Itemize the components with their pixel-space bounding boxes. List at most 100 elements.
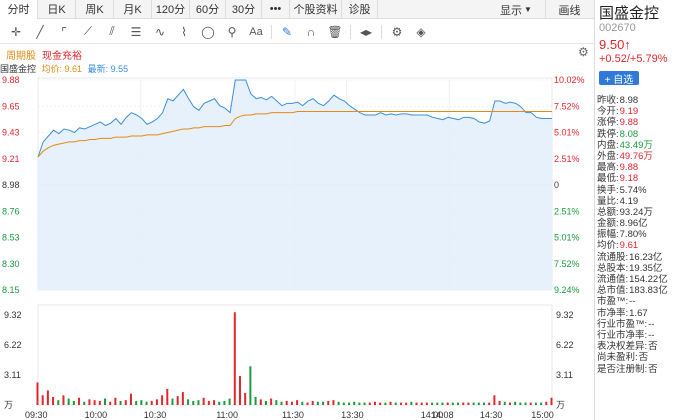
tab-7[interactable]: ••• bbox=[262, 0, 290, 19]
tab-5[interactable]: 60分 bbox=[190, 0, 226, 19]
x-tick-label: 15:00 bbox=[531, 410, 554, 420]
volume-bar bbox=[57, 400, 60, 405]
tab-1[interactable]: 日K bbox=[38, 0, 76, 19]
volume-bar bbox=[373, 401, 376, 405]
ellipse-tool-icon[interactable]: ◯ bbox=[196, 21, 220, 43]
highlighter-icon[interactable]: ✎ bbox=[275, 21, 299, 43]
stat-value: 4.19 bbox=[619, 195, 639, 207]
volume-bar bbox=[425, 402, 428, 405]
stat-row: 流通股: 16.23亿 bbox=[597, 252, 700, 263]
volume-bar bbox=[88, 399, 91, 405]
volume-tick-label: 3.11 bbox=[4, 370, 21, 380]
volume-bar bbox=[363, 402, 366, 405]
stat-label: 总额: bbox=[597, 206, 619, 218]
display-menu[interactable]: 显示 ▼ bbox=[500, 0, 532, 19]
stat-label: 振幅: bbox=[597, 229, 619, 241]
stat-row: 最高: 9.88 bbox=[597, 162, 700, 173]
stat-row: 今开: 9.19 bbox=[597, 106, 700, 117]
flip-icon[interactable]: ◂▸ bbox=[354, 21, 378, 43]
volume-bar bbox=[228, 398, 231, 405]
delete-icon[interactable]: 🗑 bbox=[323, 21, 347, 43]
toolbar-separator bbox=[381, 24, 382, 39]
volume-bar bbox=[514, 401, 517, 405]
volume-bar bbox=[124, 400, 127, 405]
volume-bar bbox=[353, 401, 356, 405]
volume-right-tick-label: 3.11 bbox=[556, 370, 573, 380]
volume-bar bbox=[405, 402, 408, 405]
volume-bar bbox=[83, 401, 86, 405]
drawing-toolbar: ✛ ╱ ⌜ ⟋ ⫽ ☰ ∿ ⌇ ◯ ⚲ Aa ✎ ∩ 🗑 ◂▸ ⚙ ◈ bbox=[0, 20, 594, 44]
y-tick-label: 8.76 bbox=[2, 206, 20, 216]
stat-row: 内盘: 43.49万 bbox=[597, 140, 700, 151]
draw-lines-button[interactable]: 画线 bbox=[545, 0, 593, 19]
volume-bar bbox=[337, 401, 340, 405]
stat-value: 16.23亿 bbox=[629, 251, 663, 263]
y-right-tick-label: 9.24% bbox=[554, 285, 580, 295]
tab-2[interactable]: 周K bbox=[76, 0, 114, 19]
stock-name: 国盛金控 bbox=[599, 5, 660, 22]
y-tick-label: 8.15 bbox=[2, 285, 20, 295]
measure-tool-icon[interactable]: ⚲ bbox=[220, 21, 244, 43]
y-tick-label: 8.53 bbox=[2, 233, 20, 243]
stat-label: 是否注册制: bbox=[597, 363, 648, 375]
fan-tool-icon[interactable]: ⟋ bbox=[76, 21, 100, 43]
volume-bar bbox=[410, 401, 413, 405]
magnet-icon[interactable]: ∩ bbox=[299, 21, 323, 43]
volume-bar bbox=[285, 400, 288, 405]
tab-8[interactable]: 个股资料 bbox=[290, 0, 342, 19]
volume-tick-label: 6.22 bbox=[4, 340, 22, 350]
x-tick-label: 14:30 bbox=[480, 410, 503, 420]
stat-value: 否 bbox=[648, 363, 658, 375]
stat-label: 量比: bbox=[597, 195, 619, 207]
volume-bar bbox=[223, 400, 226, 405]
volume-bar bbox=[254, 396, 257, 405]
stat-label: 总市值: bbox=[597, 285, 629, 297]
stat-row: 行业市净率: -- bbox=[597, 330, 700, 341]
stat-row: 金额: 8.96亿 bbox=[597, 218, 700, 229]
parallel-tool-icon[interactable]: ⫽ bbox=[100, 21, 124, 43]
chart-head: 周期股 现金充裕 ⚙ bbox=[0, 45, 594, 62]
line-tool-icon[interactable]: ╱ bbox=[28, 21, 52, 43]
volume-bar bbox=[67, 398, 70, 405]
volume-bar bbox=[119, 400, 122, 405]
volume-bar bbox=[524, 402, 527, 405]
pen-tool-icon[interactable]: ⌇ bbox=[172, 21, 196, 43]
crosshair-icon[interactable]: ✛ bbox=[4, 21, 28, 43]
stat-value: 49.76万 bbox=[619, 150, 653, 162]
fib-tool-icon[interactable]: ☰ bbox=[124, 21, 148, 43]
layers-icon[interactable]: ◈ bbox=[409, 21, 433, 43]
gear-icon[interactable]: ⚙ bbox=[578, 45, 589, 59]
draw-lines-label: 画线 bbox=[558, 4, 581, 17]
volume-bar bbox=[52, 396, 55, 405]
stat-value: 9.61 bbox=[619, 240, 639, 252]
stat-row: 均价: 9.61 bbox=[597, 240, 700, 251]
stat-label: 昨收: bbox=[597, 95, 619, 106]
tab-4[interactable]: 120分 bbox=[152, 0, 190, 19]
stat-label: 市盈™: bbox=[597, 296, 629, 308]
text-tool-icon[interactable]: Aa bbox=[244, 21, 268, 43]
intraday-chart[interactable]: 9.88 10.02% 9.65 7.52% 9.43 5.01% 9.21 2.51% 8.9… bbox=[0, 60, 594, 420]
tab-0[interactable]: 分时 bbox=[0, 0, 38, 19]
rect-tool-icon[interactable]: ⌜ bbox=[52, 21, 76, 43]
tab-9[interactable]: 诊股 bbox=[342, 0, 378, 19]
add-watchlist-button[interactable]: + 自选 bbox=[599, 71, 639, 86]
chevron-down-icon: ▼ bbox=[524, 5, 532, 14]
stat-value: 93.24万 bbox=[619, 206, 653, 218]
volume-right-tick-label: 6.22 bbox=[556, 340, 574, 350]
volume-bar bbox=[441, 402, 444, 405]
volume-bar bbox=[161, 395, 164, 405]
y-right-tick-label: 10.02% bbox=[554, 75, 585, 85]
volume-bar bbox=[327, 400, 330, 405]
volume-bar bbox=[280, 401, 283, 405]
settings-icon[interactable]: ⚙ bbox=[385, 21, 409, 43]
volume-bar bbox=[301, 401, 304, 405]
stat-label: 行业市盈™: bbox=[597, 318, 648, 330]
tab-3[interactable]: 月K bbox=[114, 0, 152, 19]
volume-bar bbox=[472, 402, 475, 405]
wave-tool-icon[interactable]: ∿ bbox=[148, 21, 172, 43]
tab-6[interactable]: 30分 bbox=[226, 0, 262, 19]
stat-row: 行业市盈™: -- bbox=[597, 319, 700, 330]
volume-bar bbox=[477, 402, 480, 405]
volume-bar bbox=[238, 375, 241, 405]
y-tick-label: 8.30 bbox=[2, 259, 20, 269]
